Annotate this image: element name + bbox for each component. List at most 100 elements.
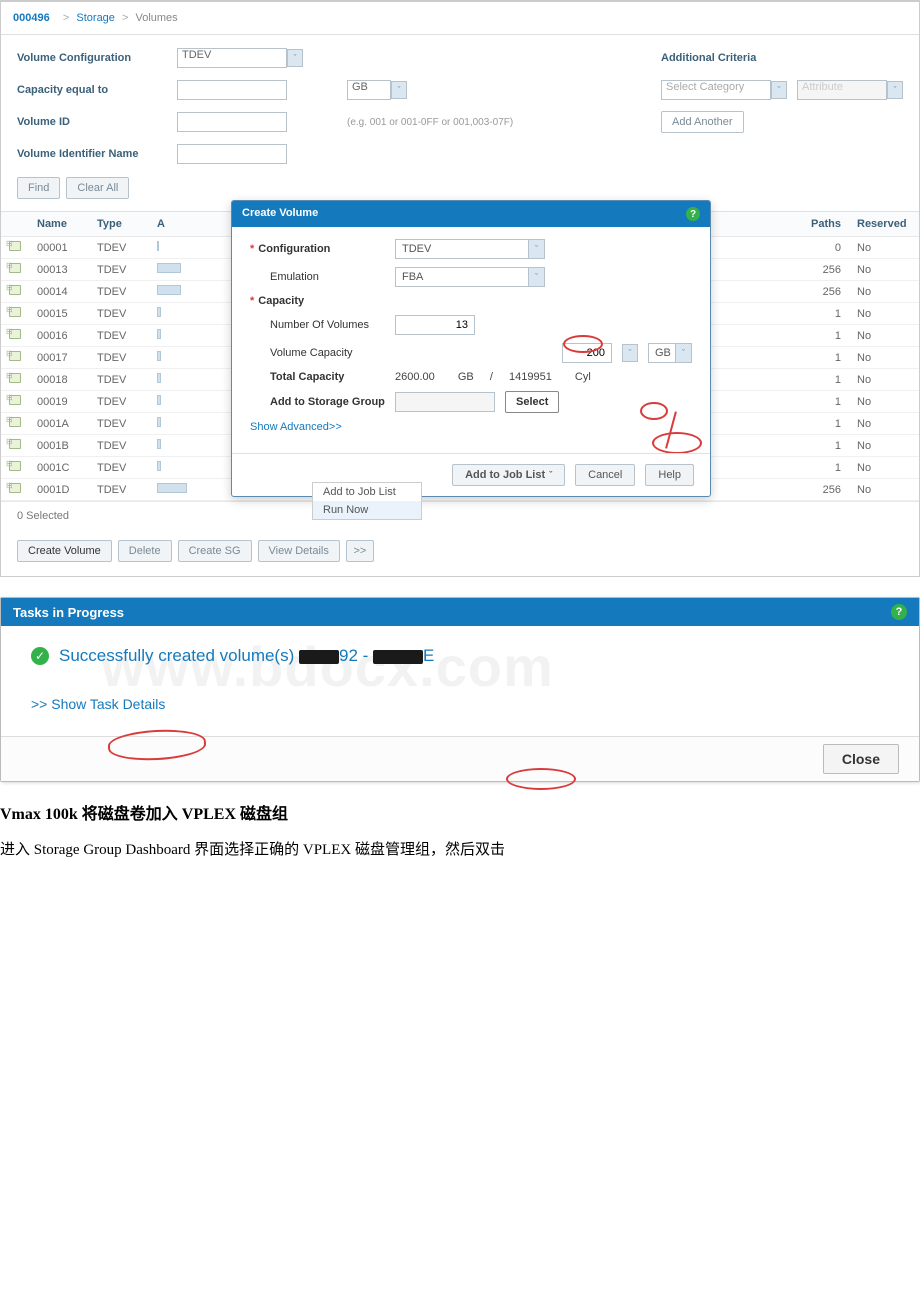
volume-icon [9,417,21,427]
chevron-down-icon[interactable]: ˇ [675,344,691,362]
alloc-bar [157,439,161,449]
cell-reserved: No [849,237,919,259]
cell-paths: 1 [799,435,849,457]
volume-icon [9,285,21,295]
cell-name: 0001B [29,435,89,457]
chevron-down-icon[interactable]: ˇ [528,268,544,286]
col-paths[interactable]: Paths [799,212,849,237]
view-details-button[interactable]: View Details [258,540,340,562]
volume-icon [9,241,21,251]
cell-paths: 1 [799,325,849,347]
chevron-down-icon[interactable]: ˇ [622,344,638,362]
menu-add-to-job[interactable]: Add to Job List [313,483,421,501]
cell-paths: 256 [799,479,849,501]
col-name[interactable]: Name [29,212,89,237]
chevron-down-icon[interactable]: ˇ [771,81,787,99]
capacity-unit-select[interactable]: GB [347,80,391,100]
add-sg-input[interactable] [395,392,495,412]
chevron-down-icon[interactable]: ˇ [528,240,544,258]
close-button[interactable]: Close [823,744,899,774]
add-to-job-list-button[interactable]: Add to Job Listˇ [452,464,565,486]
cell-name: 00018 [29,369,89,391]
config-label: Configuration [258,243,330,255]
cell-name: 00016 [29,325,89,347]
alloc-bar [157,483,187,493]
capacity-unit-select[interactable]: GBˇ [648,343,692,363]
cell-type: TDEV [89,369,149,391]
breadcrumb-volumes: Volumes [135,12,177,24]
volume-icon [9,439,21,449]
total-cyl-value: 1419951 [509,371,552,383]
cell-paths: 1 [799,303,849,325]
job-menu: Add to Job List Run Now [312,482,422,520]
create-sg-button[interactable]: Create SG [178,540,252,562]
category-select[interactable]: Select Category [661,80,771,100]
configuration-select[interactable]: TDEVˇ [395,239,545,259]
chevron-down-icon[interactable]: ˇ [287,49,303,67]
volume-config-select[interactable]: TDEV [177,48,287,68]
find-button[interactable]: Find [17,177,60,199]
help-icon[interactable]: ? [891,604,907,620]
cell-name: 00017 [29,347,89,369]
capacity-input[interactable] [177,80,287,100]
cell-reserved: No [849,435,919,457]
cell-name: 00013 [29,259,89,281]
cell-paths: 256 [799,259,849,281]
total-gb-value: 2600.00 [395,371,435,383]
attribute-select: Attribute [797,80,887,100]
volume-identifier-input[interactable] [177,144,287,164]
delete-button[interactable]: Delete [118,540,172,562]
cell-reserved: No [849,325,919,347]
cell-reserved: No [849,413,919,435]
col-type[interactable]: Type [89,212,149,237]
emulation-label: Emulation [250,271,385,283]
cell-paths: 1 [799,457,849,479]
cell-name: 00015 [29,303,89,325]
help-button[interactable]: Help [645,464,694,486]
more-button[interactable]: >> [346,540,374,562]
cell-name: 0001A [29,413,89,435]
alloc-bar [157,263,181,273]
alloc-bar [157,395,161,405]
chevron-down-icon: ˇ [887,81,903,99]
chevron-down-icon[interactable]: ˇ [391,81,407,99]
emulation-select[interactable]: FBAˇ [395,267,545,287]
cell-name: 00019 [29,391,89,413]
col-reserved[interactable]: Reserved [849,212,919,237]
cell-paths: 1 [799,413,849,435]
num-volumes-input[interactable] [395,315,475,335]
cell-type: TDEV [89,281,149,303]
volume-icon [9,461,21,471]
breadcrumb-storage[interactable]: Storage [76,12,115,24]
volume-identifier-label: Volume Identifier Name [17,148,167,160]
dialog-title: Create Volume [242,207,318,221]
cell-type: TDEV [89,457,149,479]
check-icon: ✓ [31,647,49,665]
volume-capacity-input[interactable] [562,343,612,363]
alloc-bar [157,461,161,471]
add-another-button[interactable]: Add Another [661,111,744,133]
show-advanced-link[interactable]: Show Advanced>> [250,421,342,433]
cancel-button[interactable]: Cancel [575,464,635,486]
breadcrumb-id[interactable]: 000496 [13,12,50,24]
show-task-details-link[interactable]: >> Show Task Details [31,696,889,712]
cell-type: TDEV [89,479,149,501]
menu-run-now[interactable]: Run Now [313,501,421,519]
help-icon[interactable]: ? [686,207,700,221]
article: Vmax 100k 将磁盘卷加入 VPLEX 磁盘组 进入 Storage Gr… [0,782,920,862]
chevron-down-icon: ˇ [549,470,552,480]
clear-all-button[interactable]: Clear All [66,177,129,199]
volume-id-label: Volume ID [17,116,167,128]
volume-id-input[interactable] [177,112,287,132]
volume-icon [9,373,21,383]
alloc-bar [157,307,161,317]
main-area: Name Type A Paths Reserved 00001TDEV0No0… [1,211,919,576]
alloc-bar [157,373,161,383]
cell-type: TDEV [89,259,149,281]
total-gb-unit: GB [458,371,474,383]
create-volume-button[interactable]: Create Volume [17,540,112,562]
cell-reserved: No [849,281,919,303]
volume-icon [9,483,21,493]
add-sg-label: Add to Storage Group [250,396,385,408]
select-button[interactable]: Select [505,391,559,413]
